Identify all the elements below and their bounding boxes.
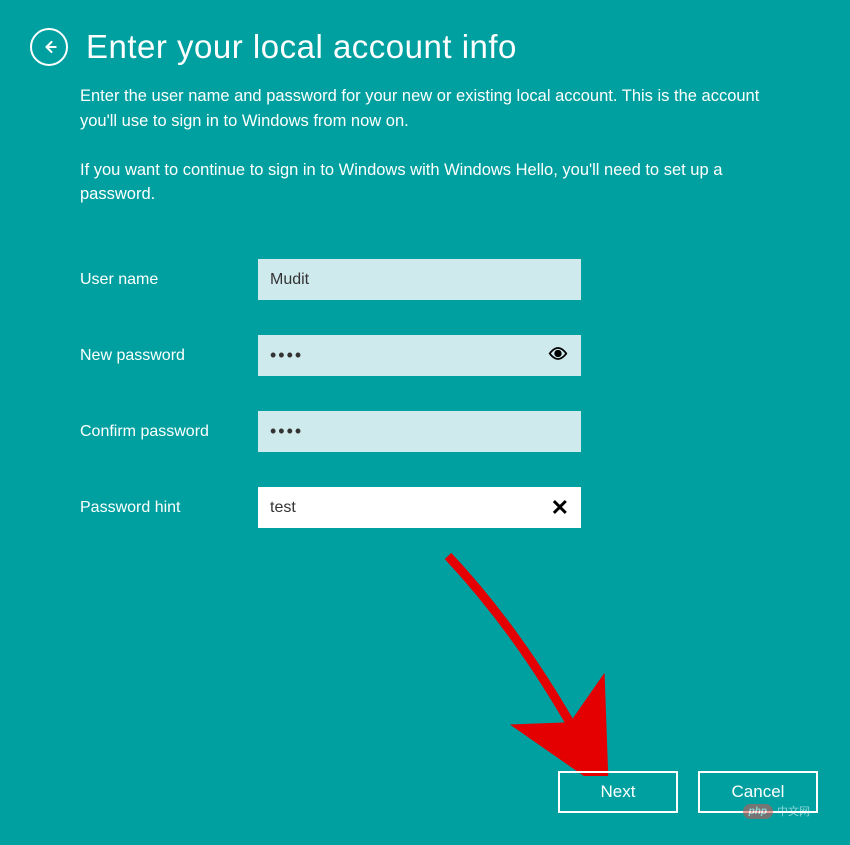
description-text-2: If you want to continue to sign in to Wi… [80,158,770,208]
reveal-password-icon[interactable] [547,342,569,369]
annotation-arrow [428,546,648,776]
confirm-password-input[interactable]: •••• [258,411,581,452]
confirm-password-label: Confirm password [80,423,258,441]
back-button[interactable] [30,28,68,66]
clear-input-icon[interactable]: ✕ [551,497,569,519]
username-label: User name [80,271,258,289]
new-password-input[interactable]: •••• [258,335,581,376]
password-hint-row: Password hint ✕ [80,487,770,528]
new-password-label: New password [80,347,258,365]
next-button[interactable]: Next [558,771,678,813]
new-password-row: New password •••• [80,335,770,376]
arrow-left-icon [39,37,59,57]
username-row: User name [80,259,770,300]
description-text-1: Enter the user name and password for you… [80,84,770,134]
page-title: Enter your local account info [86,28,517,66]
username-input[interactable] [258,259,581,300]
cancel-button[interactable]: Cancel [698,771,818,813]
password-hint-label: Password hint [80,499,258,517]
confirm-password-row: Confirm password •••• [80,411,770,452]
password-hint-input[interactable] [258,487,581,528]
